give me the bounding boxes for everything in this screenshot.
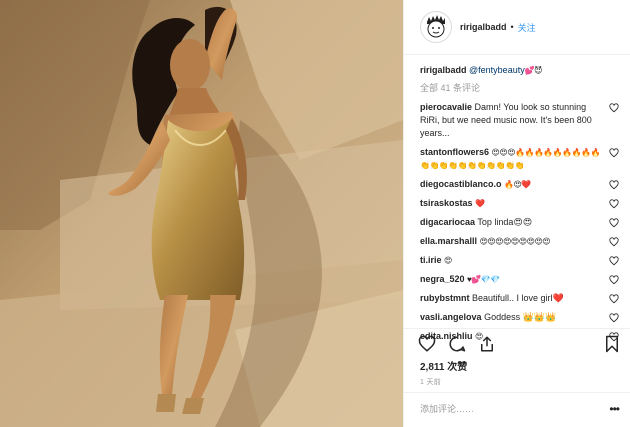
comment-username[interactable]: negra_520 bbox=[420, 274, 465, 284]
bookmark-icon[interactable] bbox=[603, 335, 621, 353]
caption-mention[interactable]: @fentybeauty bbox=[469, 65, 525, 75]
comment-like-heart-icon[interactable] bbox=[609, 103, 619, 113]
post-sidebar: ririgalbadd • 关注 ririgalbadd @fentybeaut… bbox=[403, 0, 630, 427]
comment-username[interactable]: vasli.angelova bbox=[420, 312, 482, 322]
heart-icon[interactable] bbox=[418, 335, 436, 353]
comment-username[interactable]: pierocavalie bbox=[420, 102, 472, 112]
comment-like-heart-icon[interactable] bbox=[609, 256, 619, 266]
comment-like-heart-icon[interactable] bbox=[609, 180, 619, 190]
follow-button[interactable]: 关注 bbox=[518, 21, 536, 34]
more-icon[interactable]: ••• bbox=[609, 402, 620, 416]
view-all-comments-link[interactable]: 全部 41 条评论 bbox=[404, 77, 630, 98]
header-username[interactable]: ririgalbadd bbox=[460, 22, 507, 32]
caption: ririgalbadd @fentybeauty💕😈 bbox=[404, 60, 630, 77]
post-header: ririgalbadd • 关注 bbox=[404, 0, 630, 55]
comment-text: 😍😍😍😍😍😍😍😍😍 bbox=[479, 237, 551, 246]
comment-username[interactable]: ella.marshalll bbox=[420, 236, 477, 246]
comment-row: ella.marshalll 😍😍😍😍😍😍😍😍😍 bbox=[404, 232, 630, 251]
likes-count[interactable]: 2,811 次赞 bbox=[420, 358, 467, 373]
comments-list: ririgalbadd @fentybeauty💕😈 全部 41 条评论 pie… bbox=[404, 60, 630, 346]
comment-username[interactable]: rubybstmnt bbox=[420, 293, 470, 303]
comment-text: Goddess 👑👑👑 bbox=[484, 312, 557, 322]
comment-row: digacariocaa Top linda😍😍 bbox=[404, 213, 630, 232]
comment-text: ♥💕💎💎 bbox=[467, 275, 500, 284]
comment-like-heart-icon[interactable] bbox=[609, 218, 619, 228]
comment-like-heart-icon[interactable] bbox=[609, 237, 619, 247]
share-icon[interactable] bbox=[478, 335, 496, 353]
caption-emoji: 💕😈 bbox=[524, 66, 543, 75]
avatar[interactable] bbox=[420, 11, 452, 43]
comment-row: rubybstmnt Beautifull.. I love girl❤️ bbox=[404, 289, 630, 308]
comment-like-heart-icon[interactable] bbox=[609, 313, 619, 323]
comment-row: pierocavalie Damn! You look so stunning … bbox=[404, 98, 630, 143]
comment-text: 😍 bbox=[444, 256, 452, 265]
instagram-post: ririgalbadd • 关注 ririgalbadd @fentybeaut… bbox=[0, 0, 630, 427]
action-bar bbox=[404, 328, 630, 360]
comment-row: tsiraskostas ❤️ bbox=[404, 194, 630, 213]
comment-text: ❤️ bbox=[475, 199, 485, 208]
comment-username[interactable]: stantonflowers6 bbox=[420, 147, 489, 157]
avatar-cartoon-icon bbox=[422, 13, 450, 41]
add-comment-input[interactable] bbox=[420, 404, 600, 414]
comment-text: Beautifull.. I love girl❤️ bbox=[472, 293, 564, 303]
photo-illustration bbox=[0, 0, 403, 427]
post-photo[interactable] bbox=[0, 0, 403, 427]
header-separator: • bbox=[510, 22, 514, 32]
comment-text: 🔥😍❤️ bbox=[504, 180, 531, 189]
comment-row: ti.irie 😍 bbox=[404, 251, 630, 270]
comment-row: negra_520 ♥💕💎💎 bbox=[404, 270, 630, 289]
comment-text: Top linda😍😍 bbox=[477, 217, 533, 227]
comment-username[interactable]: ti.irie bbox=[420, 255, 442, 265]
comment-like-heart-icon[interactable] bbox=[609, 199, 619, 209]
comment-row: diegocastiblanco.o 🔥😍❤️ bbox=[404, 175, 630, 194]
comment-row: vasli.angelova Goddess 👑👑👑 bbox=[404, 308, 630, 327]
caption-username[interactable]: ririgalbadd bbox=[420, 65, 467, 75]
comment-username[interactable]: diegocastiblanco.o bbox=[420, 179, 502, 189]
comment-row: stantonflowers6 😍😍😍🔥🔥🔥🔥🔥🔥🔥🔥🔥👏👏👏👏👏👏👏👏👏👏👏 bbox=[404, 143, 630, 175]
add-comment-bar: ••• bbox=[404, 392, 630, 427]
comment-like-heart-icon[interactable] bbox=[609, 294, 619, 304]
post-timestamp[interactable]: 1 天前 bbox=[420, 377, 441, 387]
comment-like-heart-icon[interactable] bbox=[609, 275, 619, 285]
comment-username[interactable]: digacariocaa bbox=[420, 217, 475, 227]
comment-username[interactable]: tsiraskostas bbox=[420, 198, 473, 208]
comment-icon[interactable] bbox=[448, 335, 466, 353]
comment-like-heart-icon[interactable] bbox=[609, 148, 619, 158]
